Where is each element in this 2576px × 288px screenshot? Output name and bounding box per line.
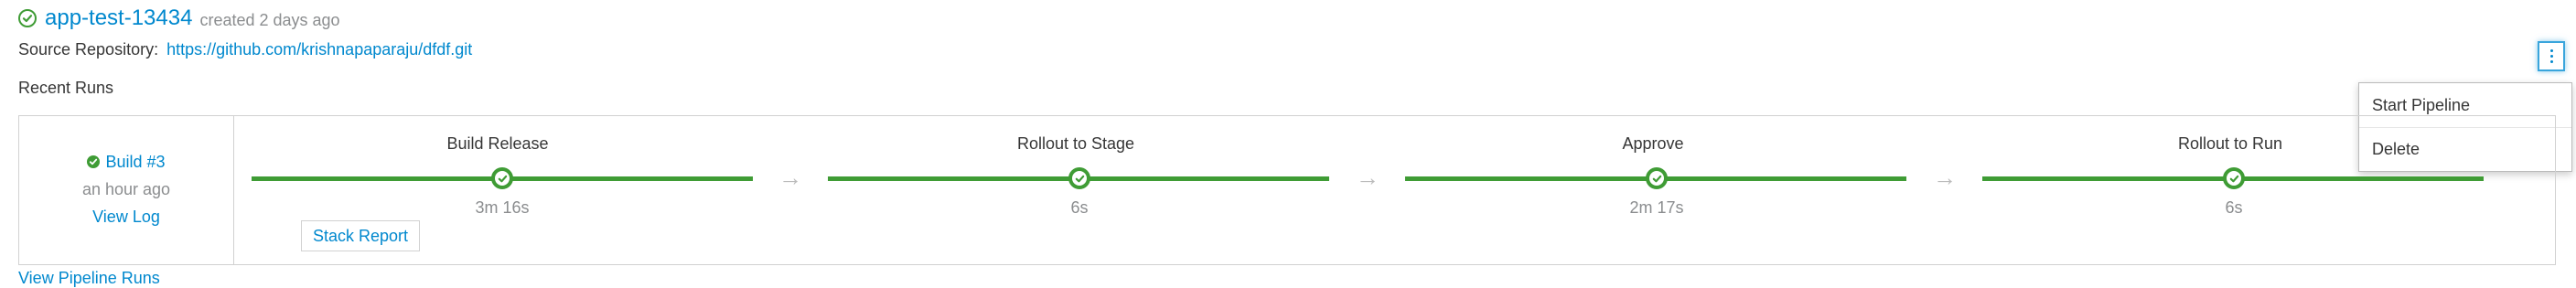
stage-title: Approve [1622,134,1684,153]
kebab-vertical-icon [2549,48,2553,64]
created-timestamp: created 2 days ago [199,10,340,29]
source-repository-link[interactable]: https://github.com/krishnapaparaju/dfdf.… [166,40,472,59]
check-circle-icon [87,155,101,168]
stage-duration: 2m 17s [1629,198,1684,217]
stage-duration: 3m 16s [475,198,530,217]
build-name-row: Build #3 [19,153,233,172]
build-link[interactable]: Build #3 [105,153,165,171]
arrow-right-icon: → [1933,164,1957,191]
pipeline-header: app-test-13434 created 2 days ago [18,2,340,35]
pipeline-title-link[interactable]: app-test-13434 [45,5,192,31]
recent-runs-heading: Recent Runs [18,79,114,97]
build-time: an hour ago [81,180,171,198]
check-circle-icon [18,9,37,27]
arrow-right-icon: → [1356,164,1379,191]
view-pipeline-runs-link[interactable]: View Pipeline Runs [18,269,160,288]
actions-kebab-button[interactable] [2538,41,2565,71]
menu-item-start-pipeline[interactable]: Start Pipeline [2372,96,2470,115]
stage-complete-icon [1646,167,1668,189]
stage-complete-icon [2223,167,2245,189]
stage-duration: 6s [1070,198,1089,217]
source-repository: Source Repository: https://github.com/kr… [18,40,472,59]
build-summary: Build #3 an hour ago View Log [19,116,234,264]
stage-title: Build Release [446,134,549,153]
stack-report-button[interactable]: Stack Report [301,220,421,251]
recent-runs-panel: Build #3 an hour ago View Log Build Rele… [18,115,2556,265]
source-repository-label: Source Repository: [18,40,159,59]
arrow-right-icon: → [778,164,802,191]
build-log-row: View Log [19,208,233,227]
stage-title: Rollout to Stage [1016,134,1135,153]
view-log-link[interactable]: View Log [92,208,160,226]
stage-complete-icon [491,167,513,189]
stage-complete-icon [1068,167,1090,189]
stage-duration: 6s [2225,198,2243,217]
stage-title: Rollout to Run [2177,134,2283,153]
